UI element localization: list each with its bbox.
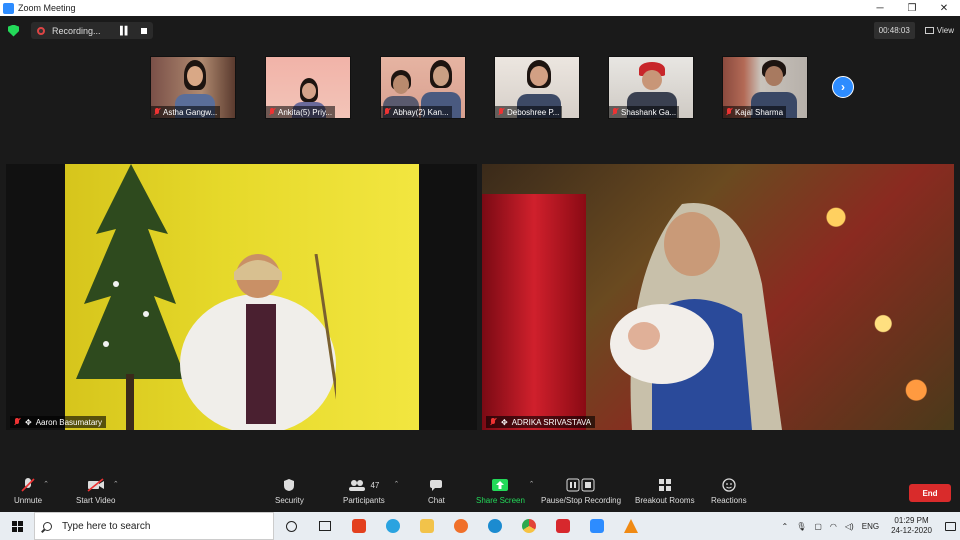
participant-thumbnail[interactable]: Abhay(2) Kan... bbox=[380, 56, 466, 119]
meeting-controls-bar: ⌃ Unmute ⌃ Start Video Security 47 ⌃ Par… bbox=[0, 476, 960, 512]
security-shield-icon[interactable] bbox=[8, 24, 19, 37]
maximize-button[interactable]: ❐ bbox=[896, 0, 928, 16]
minimize-button[interactable]: ─ bbox=[864, 0, 896, 16]
chevron-up-icon: ⌃ bbox=[393, 481, 400, 488]
reactions-button[interactable]: Reactions bbox=[711, 476, 747, 512]
start-video-button[interactable]: ⌃ Start Video bbox=[76, 476, 119, 512]
windows-start-icon[interactable] bbox=[0, 512, 34, 540]
mic-muted-icon bbox=[154, 108, 160, 116]
breakout-rooms-icon bbox=[658, 476, 672, 494]
task-view-icon[interactable] bbox=[308, 512, 342, 540]
language-indicator[interactable]: ENG bbox=[862, 522, 879, 531]
file-explorer-icon[interactable] bbox=[410, 512, 444, 540]
video-tile-right[interactable]: ✥ ADRIKA SRIVASTAVA bbox=[482, 164, 954, 430]
chevron-up-icon: ⌃ bbox=[528, 481, 535, 488]
close-button[interactable]: ✕ bbox=[928, 0, 960, 16]
wifi-icon[interactable]: ◠ bbox=[830, 522, 837, 531]
search-icon bbox=[43, 521, 52, 531]
participants-icon: 47 ⌃ bbox=[348, 476, 399, 494]
participants-count: 47 bbox=[370, 480, 380, 490]
mic-muted-icon bbox=[384, 108, 390, 116]
participant-name-label: ✥ ADRIKA SRIVASTAVA bbox=[486, 416, 596, 428]
costumed-person-image bbox=[610, 203, 782, 430]
participant-name-label: Kajal Sharma bbox=[723, 106, 787, 118]
video-tile-left[interactable]: ✥ Aaron Basumatary bbox=[6, 164, 477, 430]
participant-thumbnail[interactable]: Kajal Sharma bbox=[722, 56, 808, 119]
participant-name-label: Deboshree P... bbox=[495, 106, 563, 118]
pause-recording-icon[interactable]: ▌▌ bbox=[120, 26, 130, 35]
location-icon: ▢ bbox=[814, 521, 822, 531]
video-off-icon: ⌃ bbox=[87, 476, 119, 494]
pin-icon: ✥ bbox=[501, 417, 508, 427]
mic-muted-icon bbox=[612, 108, 618, 116]
telegram-icon[interactable] bbox=[376, 512, 410, 540]
chat-button[interactable]: Chat bbox=[428, 476, 445, 512]
participant-name-label: Astha Gangw... bbox=[151, 106, 221, 118]
vlc-icon[interactable] bbox=[614, 512, 648, 540]
participant-name-label: Abhay(2) Kan... bbox=[381, 106, 452, 118]
participant-thumbnail[interactable]: Shashank Ga... bbox=[608, 56, 694, 119]
participant-name-label: Shashank Ga... bbox=[609, 106, 680, 118]
recording-dot-icon bbox=[37, 26, 45, 35]
pin-icon: ✥ bbox=[25, 417, 32, 427]
taskbar-clock[interactable]: 01:29 PM 24-12-2020 bbox=[891, 516, 932, 536]
participant-name-label: Ankita(5) Priy... bbox=[266, 106, 336, 118]
mic-muted-icon bbox=[14, 418, 21, 426]
mic-muted-icon bbox=[498, 108, 504, 116]
chat-icon bbox=[429, 476, 443, 494]
zoom-taskbar-icon[interactable] bbox=[580, 512, 614, 540]
shield-icon bbox=[283, 476, 295, 494]
next-page-arrow-icon[interactable]: › bbox=[832, 76, 854, 98]
window-title: Zoom Meeting bbox=[18, 3, 76, 13]
participant-thumbnail[interactable]: Ankita(5) Priy... bbox=[265, 56, 351, 119]
volume-icon[interactable]: ◁) bbox=[845, 522, 854, 531]
breakout-rooms-button[interactable]: Breakout Rooms bbox=[635, 476, 695, 512]
end-meeting-button[interactable]: End bbox=[909, 484, 951, 502]
office-icon[interactable] bbox=[342, 512, 376, 540]
windows-taskbar: Type here to search ⌃ 🎙 ▢ ◠ ◁) ENG 01:29… bbox=[0, 512, 960, 540]
security-button[interactable]: Security bbox=[275, 476, 304, 512]
view-label: View bbox=[936, 26, 954, 35]
stop-recording-icon[interactable] bbox=[141, 27, 148, 34]
view-button[interactable]: View bbox=[924, 26, 954, 35]
recording-indicator: Recording... ▌▌ bbox=[31, 22, 154, 39]
chevron-up-icon: ⌃ bbox=[112, 481, 119, 488]
share-screen-icon: ⌃ bbox=[492, 476, 534, 494]
acrobat-icon[interactable] bbox=[546, 512, 580, 540]
participant-name-label: ✥ Aaron Basumatary bbox=[10, 416, 106, 428]
pause-stop-recording-button[interactable]: Pause/Stop Recording bbox=[541, 476, 621, 512]
unmute-button[interactable]: ⌃ Unmute bbox=[14, 476, 49, 512]
participant-thumbnail[interactable]: Astha Gangw... bbox=[150, 56, 236, 119]
meeting-timer: 00:48:03 bbox=[873, 22, 915, 39]
mic-muted-icon bbox=[726, 108, 732, 116]
notification-center-icon[interactable] bbox=[940, 512, 960, 540]
edge-icon[interactable] bbox=[478, 512, 512, 540]
chevron-up-icon[interactable]: ⌃ bbox=[782, 522, 789, 531]
pause-stop-icon bbox=[566, 476, 596, 494]
reactions-icon bbox=[722, 476, 736, 494]
participant-thumbnail[interactable]: Deboshree P... bbox=[494, 56, 580, 119]
chrome-icon[interactable] bbox=[512, 512, 546, 540]
costumed-person-image bbox=[180, 254, 336, 430]
title-bar: Zoom Meeting ─ ❐ ✕ bbox=[0, 0, 960, 16]
cortana-icon[interactable] bbox=[274, 512, 308, 540]
share-screen-button[interactable]: ⌃ Share Screen bbox=[476, 476, 534, 512]
mic-muted-icon bbox=[490, 418, 497, 426]
recording-label: Recording... bbox=[52, 25, 101, 36]
taskbar-search-box[interactable]: Type here to search bbox=[34, 512, 274, 540]
microphone-icon[interactable]: 🎙 bbox=[796, 522, 806, 531]
grid-view-icon bbox=[924, 27, 934, 34]
firefox-icon[interactable] bbox=[444, 512, 478, 540]
meeting-area: Recording... ▌▌ 00:48:03 View Astha Gang… bbox=[0, 16, 960, 476]
participants-button[interactable]: 47 ⌃ Participants bbox=[343, 476, 399, 512]
mic-muted-icon: ⌃ bbox=[21, 476, 49, 494]
zoom-app-icon bbox=[3, 2, 14, 14]
mic-muted-icon bbox=[269, 108, 275, 116]
chevron-up-icon: ⌃ bbox=[43, 481, 49, 488]
